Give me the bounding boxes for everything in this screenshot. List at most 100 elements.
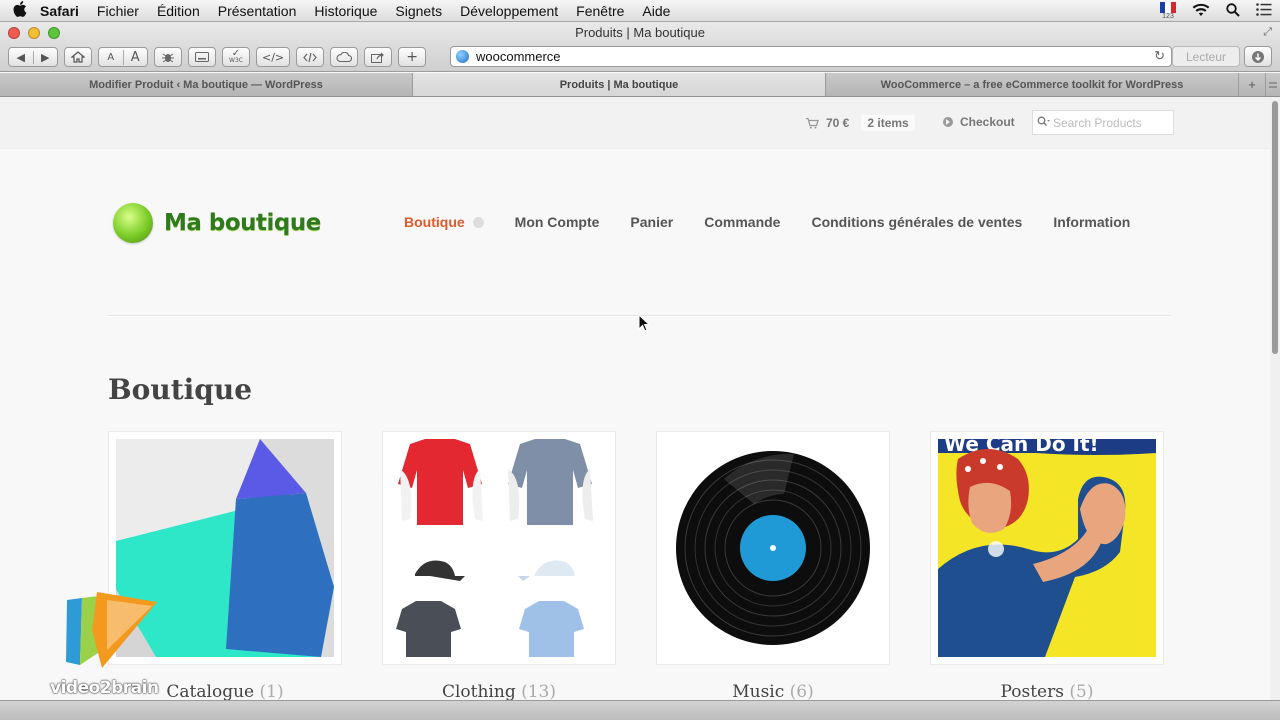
forward-button[interactable]: ▶ bbox=[32, 50, 58, 64]
window-title: Produits | Ma boutique bbox=[575, 25, 705, 40]
menu-historique[interactable]: Historique bbox=[314, 3, 377, 19]
share-button[interactable] bbox=[364, 47, 393, 67]
apple-menu-icon[interactable] bbox=[0, 0, 40, 21]
menu-signets[interactable]: Signets bbox=[395, 3, 442, 19]
french-flag-icon bbox=[1160, 2, 1176, 13]
category-name: Clothing bbox=[441, 682, 516, 700]
code-document-icon bbox=[303, 52, 317, 62]
address-text[interactable]: woocommerce bbox=[476, 49, 561, 64]
menu-app-safari[interactable]: Safari bbox=[40, 3, 79, 19]
safari-toolbar: Produits | Ma boutique ⤢ ◀ ▶ A A ✓ W3C <… bbox=[0, 22, 1280, 72]
site-logo[interactable]: Ma boutique bbox=[113, 203, 321, 243]
cloud-icon bbox=[336, 52, 353, 62]
category-name: Posters bbox=[1000, 682, 1064, 700]
cart-icon bbox=[806, 117, 819, 129]
screen: Safari Fichier Édition Présentation Hist… bbox=[0, 0, 1280, 720]
bug-icon bbox=[162, 53, 174, 63]
vinyl-record-image[interactable] bbox=[664, 439, 882, 657]
header-cart[interactable]: 70 € 2 items bbox=[805, 115, 915, 131]
tab-overflow-icon[interactable] bbox=[1266, 73, 1280, 96]
dropdown-indicator-icon bbox=[472, 216, 484, 228]
spotlight-search-icon[interactable] bbox=[1226, 2, 1240, 20]
search-icon bbox=[1033, 116, 1053, 130]
fullscreen-icon[interactable]: ⤢ bbox=[1263, 26, 1272, 39]
toolbar-buttons: ◀ ▶ A A ✓ W3C </> + bbox=[8, 46, 427, 68]
keyboard-icon bbox=[195, 52, 209, 62]
share-icon bbox=[371, 52, 384, 63]
category-label-music[interactable]: Music (6) bbox=[656, 682, 890, 700]
check-icon: ✓ bbox=[231, 48, 241, 59]
category-card-music[interactable] bbox=[656, 431, 890, 665]
category-label-clothing[interactable]: Clothing (13) bbox=[382, 682, 616, 700]
keyboard-button[interactable] bbox=[188, 47, 216, 67]
downloads-button[interactable] bbox=[1244, 46, 1272, 67]
input-source-menu[interactable]: 123 bbox=[1160, 2, 1176, 20]
larger-text-button[interactable]: A bbox=[122, 49, 148, 65]
category-card-clothing[interactable] bbox=[382, 431, 616, 665]
nav-item-conditions[interactable]: Conditions générales de ventes bbox=[811, 214, 1022, 230]
home-icon bbox=[71, 51, 85, 63]
cart-item-count: 2 items bbox=[861, 115, 915, 131]
clothing-image[interactable] bbox=[390, 439, 608, 657]
cart-total: 70 € bbox=[826, 116, 850, 130]
menu-edition[interactable]: Édition bbox=[157, 3, 200, 19]
category-label-posters[interactable]: Posters (5) bbox=[930, 682, 1164, 700]
watermark-text: video2brain bbox=[50, 678, 159, 698]
input-source-caption: 123 bbox=[1162, 13, 1174, 20]
tab-bar: Modifier Produit ‹ Ma boutique — WordPre… bbox=[0, 73, 1280, 97]
snippet-editor-button[interactable] bbox=[296, 47, 325, 67]
validate-button[interactable]: ✓ W3C bbox=[222, 47, 250, 67]
home-button[interactable] bbox=[64, 47, 92, 67]
vertical-scrollbar[interactable] bbox=[1270, 97, 1280, 700]
product-search-input[interactable]: Search Products bbox=[1032, 110, 1174, 135]
new-tab-button[interactable]: + bbox=[1239, 73, 1266, 96]
tab-woocommerce[interactable]: WooCommerce – a free eCommerce toolkit f… bbox=[826, 73, 1239, 96]
scrollbar-thumb[interactable] bbox=[1272, 101, 1278, 354]
icloud-tabs-button[interactable] bbox=[330, 47, 359, 67]
nav-item-boutique-label: Boutique bbox=[404, 214, 465, 230]
category-count: (6) bbox=[789, 682, 814, 700]
tab-produits[interactable]: Produits | Ma boutique bbox=[413, 73, 826, 96]
checkout-link[interactable]: Checkout bbox=[943, 115, 1015, 129]
menu-fenetre[interactable]: Fenêtre bbox=[576, 3, 624, 19]
web-page: 70 € 2 items Checkout Search Products Ma… bbox=[0, 97, 1280, 700]
window-bottom-edge bbox=[0, 700, 1280, 720]
nav-item-commande[interactable]: Commande bbox=[704, 214, 780, 230]
smaller-text-button[interactable]: A bbox=[99, 52, 123, 63]
main-navigation: Boutique Mon Compte Panier Commande Cond… bbox=[404, 214, 1130, 230]
category-count: (5) bbox=[1069, 682, 1094, 700]
tab-modifier-produit[interactable]: Modifier Produit ‹ Ma boutique — WordPre… bbox=[0, 73, 413, 96]
view-source-button[interactable]: </> bbox=[256, 47, 291, 67]
arrow-circle-icon bbox=[943, 117, 953, 127]
video2brain-watermark: video2brain bbox=[50, 590, 180, 700]
poster-text: We Can Do It! bbox=[944, 439, 1099, 456]
menu-aide[interactable]: Aide bbox=[642, 3, 670, 19]
logo-ball-icon bbox=[113, 203, 153, 243]
back-button[interactable]: ◀ bbox=[9, 51, 33, 64]
nav-item-boutique[interactable]: Boutique bbox=[404, 214, 484, 230]
address-bar[interactable]: woocommerce ↻ bbox=[450, 46, 1172, 67]
category-card-posters[interactable]: We Can Do It! bbox=[930, 431, 1164, 665]
nav-item-information[interactable]: Information bbox=[1053, 214, 1130, 230]
reader-button[interactable]: Lecteur bbox=[1172, 46, 1240, 67]
wifi-icon[interactable] bbox=[1192, 3, 1210, 20]
notification-center-icon[interactable] bbox=[1256, 3, 1272, 19]
download-icon bbox=[1252, 50, 1264, 63]
menu-presentation[interactable]: Présentation bbox=[218, 3, 297, 19]
back-forward-buttons: ◀ ▶ bbox=[8, 47, 58, 67]
video2brain-logo bbox=[66, 592, 157, 668]
category-name: Music bbox=[732, 682, 785, 700]
reload-icon[interactable]: ↻ bbox=[1154, 48, 1165, 64]
web-inspector-button[interactable] bbox=[154, 47, 182, 67]
add-bookmark-button[interactable]: + bbox=[398, 47, 427, 67]
menu-fichier[interactable]: Fichier bbox=[97, 3, 139, 19]
poster-image[interactable]: We Can Do It! bbox=[938, 439, 1156, 657]
font-size-buttons: A A bbox=[98, 47, 148, 67]
site-name: Ma boutique bbox=[164, 210, 321, 236]
checkout-label: Checkout bbox=[960, 115, 1015, 129]
menu-developpement[interactable]: Développement bbox=[460, 3, 558, 19]
macos-menubar: Safari Fichier Édition Présentation Hist… bbox=[0, 0, 1280, 22]
nav-item-mon-compte[interactable]: Mon Compte bbox=[515, 214, 600, 230]
page-title: Boutique bbox=[108, 373, 253, 406]
nav-item-panier[interactable]: Panier bbox=[630, 214, 673, 230]
